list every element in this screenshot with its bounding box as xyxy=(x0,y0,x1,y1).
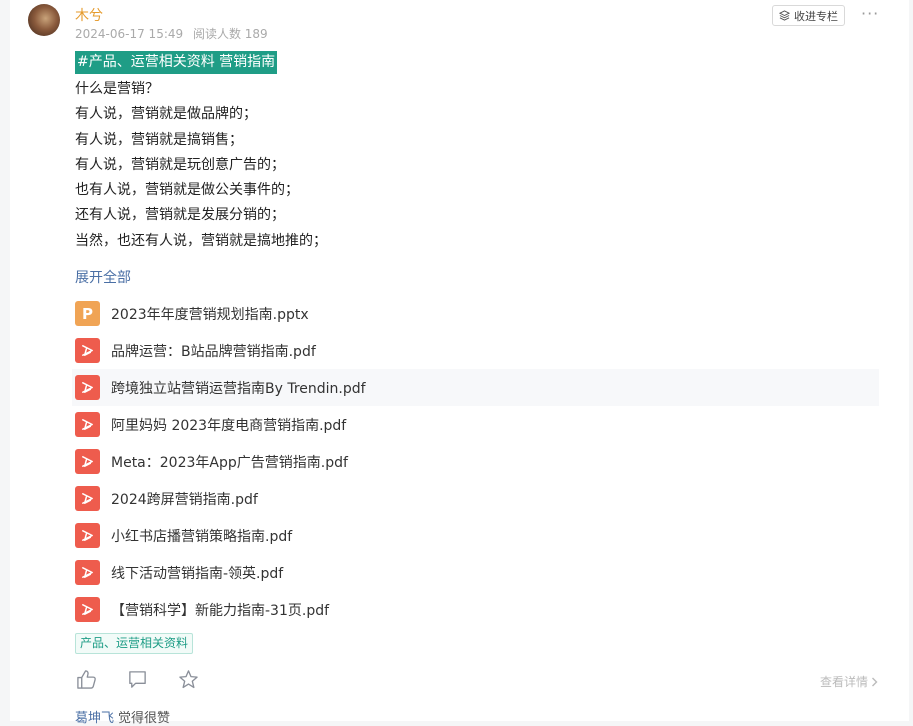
view-details-link[interactable]: 查看详情 xyxy=(820,673,878,690)
collect-label: 收进专栏 xyxy=(794,9,838,23)
attachment-name: 2024跨屏营销指南.pdf xyxy=(111,491,258,508)
pdf-file-icon xyxy=(75,375,100,400)
attachment-name: 跨境独立站营销运营指南By Trendin.pdf xyxy=(111,380,366,397)
post-meta: 2024-06-17 15:49 阅读人数 189 xyxy=(75,25,268,42)
attachment-name: 【营销科学】新能力指南-31页.pdf xyxy=(111,602,330,619)
post-text-line: 还有人说，营销就是发展分销的； xyxy=(75,207,285,224)
collect-to-column-button[interactable]: 收进专栏 xyxy=(772,5,845,26)
attachment-item[interactable]: 线下活动营销指南-领英.pdf xyxy=(72,554,879,591)
attachment-item[interactable]: 【营销科学】新能力指南-31页.pdf xyxy=(72,591,879,628)
pdf-file-icon xyxy=(75,560,100,585)
commenter-name[interactable]: 葛坤飞 xyxy=(75,711,114,726)
attachment-name: Meta：2023年App广告营销指南.pdf xyxy=(111,454,348,471)
read-count: 阅读人数 189 xyxy=(192,27,268,41)
post-text-line: 也有人说，营销就是做公关事件的； xyxy=(75,182,299,199)
post-text-line: 当然，也还有人说，营销就是搞地推的； xyxy=(75,232,327,249)
avatar[interactable] xyxy=(28,4,60,36)
attachment-item[interactable]: 2024跨屏营销指南.pdf xyxy=(72,480,879,517)
attachment-item[interactable]: Meta：2023年App广告营销指南.pdf xyxy=(72,443,879,480)
attachment-item[interactable]: P 2023年年度营销规划指南.pptx xyxy=(72,295,879,332)
pdf-file-icon xyxy=(75,523,100,548)
post-body: 什么是营销？ 有人说，营销就是做品牌的； 有人说，营销就是搞销售； 有人说，营销就是玩… xyxy=(75,77,327,254)
post-timestamp: 2024-06-17 15:49 xyxy=(75,27,184,41)
hashtag-link[interactable]: #产品、运营相关资料 营销指南 xyxy=(75,51,278,74)
pdf-file-icon xyxy=(75,412,100,437)
ppt-file-icon: P xyxy=(75,301,100,326)
attachment-name: 小红书店播营销策略指南.pdf xyxy=(111,528,293,545)
comment-preview: 葛坤飞 觉得很赞 xyxy=(75,707,170,726)
comment-text: 觉得很赞 xyxy=(118,711,171,726)
attachment-name: 品牌运营：B站品牌营销指南.pdf xyxy=(111,343,316,360)
pdf-file-icon xyxy=(75,597,100,622)
attachment-item[interactable]: 阿里妈妈 2023年度电商营销指南.pdf xyxy=(72,406,879,443)
post-card: 木兮 2024-06-17 15:49 阅读人数 189 收进专栏 ··· #产… xyxy=(10,0,909,726)
attachment-item[interactable]: 跨境独立站营销运营指南By Trendin.pdf xyxy=(72,369,879,406)
expand-all-link[interactable]: 展开全部 xyxy=(75,267,131,287)
comment-icon[interactable] xyxy=(127,669,148,690)
attachment-item[interactable]: 品牌运营：B站品牌营销指南.pdf xyxy=(72,332,879,369)
post-text-line: 有人说，营销就是玩创意广告的； xyxy=(75,156,285,173)
attachment-list: P 2023年年度营销规划指南.pptx 品牌运营：B站品牌营销指南.pdf 跨境独立… xyxy=(72,295,879,628)
favorite-star-icon[interactable] xyxy=(178,669,199,690)
post-text-line: 什么是营销？ xyxy=(75,81,159,97)
pdf-file-icon xyxy=(75,338,100,363)
post-text-line: 有人说，营销就是搞销售； xyxy=(75,131,243,148)
pdf-file-icon xyxy=(75,486,100,511)
pdf-file-icon xyxy=(75,449,100,474)
layers-icon xyxy=(779,10,790,21)
like-icon[interactable] xyxy=(76,669,97,690)
attachment-name: 2023年年度营销规划指南.pptx xyxy=(111,306,309,323)
chevron-right-icon xyxy=(872,677,878,686)
attachment-item[interactable]: 小红书店播营销策略指南.pdf xyxy=(72,517,879,554)
action-bar xyxy=(76,669,199,690)
author-name[interactable]: 木兮 xyxy=(75,5,103,25)
attachment-name: 线下活动营销指南-领英.pdf xyxy=(111,565,284,582)
post-text-line: 有人说，营销就是做品牌的； xyxy=(75,106,257,123)
view-details-label: 查看详情 xyxy=(820,675,869,689)
more-options-button[interactable]: ··· xyxy=(861,4,879,23)
attachment-name: 阿里妈妈 2023年度电商营销指南.pdf xyxy=(111,417,347,434)
topic-tag[interactable]: 产品、运营相关资料 xyxy=(75,633,194,654)
